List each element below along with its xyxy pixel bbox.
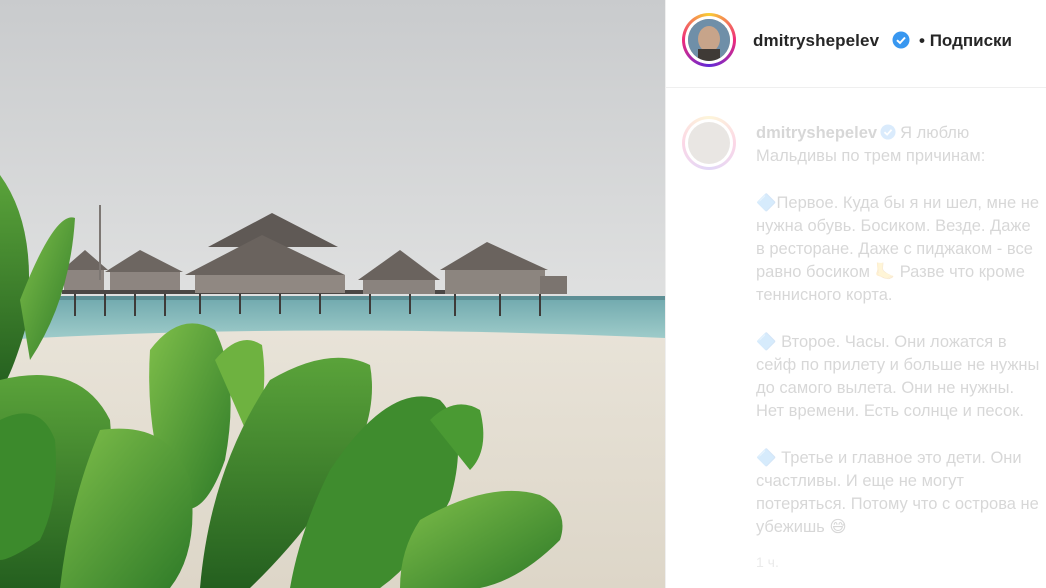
author-username[interactable]: dmitryshepelev bbox=[753, 31, 879, 51]
caption-text: dmitryshepelev Я люблю Мальдивы по трем п… bbox=[756, 124, 1040, 537]
verified-badge-icon bbox=[880, 124, 896, 140]
author-avatar[interactable] bbox=[682, 13, 736, 67]
post-timestamp[interactable]: 1 ч. bbox=[756, 554, 779, 570]
caption-comment: dmitryshepelev Я люблю Мальдивы по трем п… bbox=[666, 88, 1046, 588]
caption-avatar[interactable] bbox=[682, 116, 736, 170]
post-side-panel: dmitryshepelev • Подписки dmitryshepelev… bbox=[666, 0, 1046, 588]
caption-username[interactable]: dmitryshepelev bbox=[756, 124, 877, 142]
beach-photo-image bbox=[0, 0, 665, 588]
post-photo[interactable] bbox=[0, 0, 665, 588]
avatar-photo bbox=[688, 19, 730, 61]
follow-status[interactable]: • Подписки bbox=[919, 31, 1012, 51]
follow-button[interactable]: Подписки bbox=[930, 31, 1012, 50]
verified-badge-icon bbox=[892, 31, 910, 49]
post-header: dmitryshepelev • Подписки bbox=[666, 0, 1046, 88]
